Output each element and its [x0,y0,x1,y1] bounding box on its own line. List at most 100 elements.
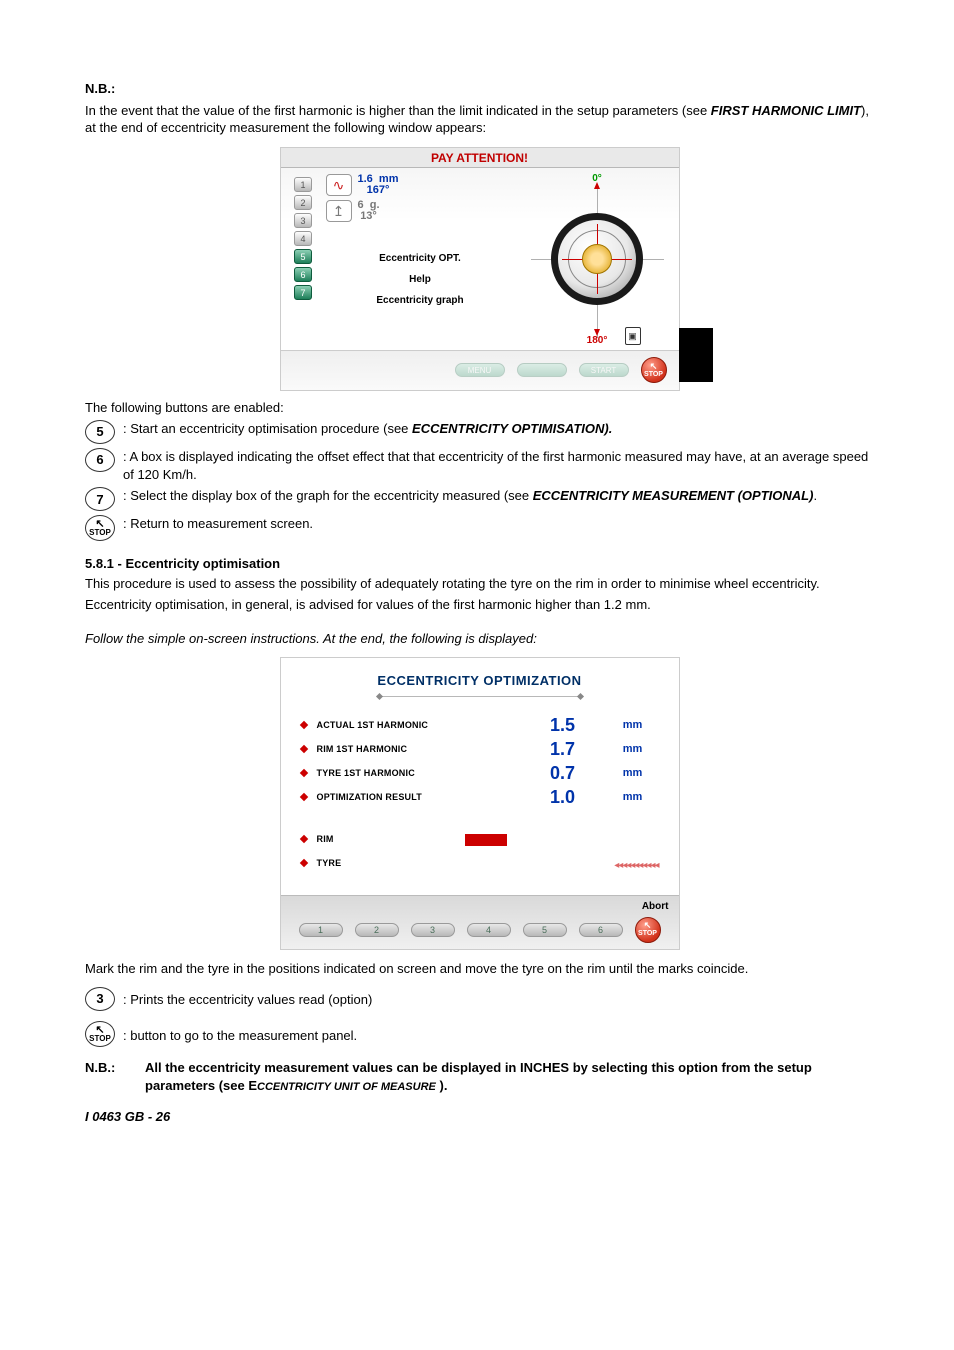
stop-button-label: STOP [642,371,666,379]
pay-attention-screenshot: PAY ATTENTION! 1 2 3 4 5 6 7 ∿ 1.6 mm 16… [85,147,874,391]
oval-6: 6 [85,448,115,472]
section-p1: This procedure is used to assess the pos… [85,575,874,593]
num-4: 4 [294,231,312,246]
nb2-label: N.B.: [85,1059,145,1094]
metric-weight: ↥ 6 g. 13° [326,200,515,222]
wheel-hub-icon [582,244,612,274]
oval-7: 7 [85,487,115,511]
pill-2[interactable]: 2 [355,923,399,937]
pill-1[interactable]: 1 [299,923,343,937]
row0-label: ACTUAL 1ST HARMONIC [317,719,429,731]
rim-label: RIM [317,833,334,845]
row1-label: RIM 1ST HARMONIC [317,743,408,755]
row3-label: OPTIMIZATION RESULT [317,791,422,803]
intro-paragraph: In the event that the value of the first… [85,102,874,137]
menu-help[interactable]: Help [326,269,515,290]
pay-attention-window: PAY ATTENTION! 1 2 3 4 5 6 7 ∿ 1.6 mm 16… [280,147,680,391]
section-heading: 5.8.1 - Eccentricity optimisation [85,555,874,573]
oval-3: 3 [85,987,115,1011]
title-divider [380,696,580,697]
diamond-icon [299,793,307,801]
tyre-arrows: ◂◂◂◂◂◂◂◂◂◂◂ [614,859,662,873]
section-p3: Follow the simple on-screen instructions… [85,630,874,648]
diamond-icon [299,859,307,867]
menu-eccentricity-opt[interactable]: Eccentricity OPT. [326,248,515,269]
row-optimization-result: OPTIMIZATION RESULT [297,785,523,809]
num-2: 2 [294,195,312,210]
num-6[interactable]: 6 [294,267,312,282]
row1-value: 1.7 [523,737,603,761]
nb2-text-a: All the eccentricity measurement values … [145,1060,812,1093]
abort-label: Abort [291,900,669,917]
metric2-angle: 13° [360,210,377,222]
stop-oval-label: STOP [89,529,111,537]
rim-bar [465,834,507,846]
stop-button-2-label: STOP [636,930,660,938]
rim-bar-row [407,827,663,853]
menu-button[interactable]: MENU [455,363,505,377]
pill-3[interactable]: 3 [411,923,455,937]
row0-value: 1.5 [523,713,603,737]
arrow-top-icon [594,182,600,189]
eccentricity-optimization-window: ECCENTRICITY OPTIMIZATION ACTUAL 1ST HAR… [280,657,680,949]
row-button-3: 3 : Prints the eccentricity values read … [85,987,874,1011]
save-icon[interactable]: ▣ [625,327,641,345]
diamond-icon [299,745,307,753]
page-footer: I 0463 GB - 26 [85,1108,874,1126]
nb-heading: N.B.: [85,80,874,98]
row-button-5: 5 : Start an eccentricity optimisation p… [85,420,874,444]
b5-text-b: ECCENTRICITY OPTIMISATION). [412,421,612,436]
wheel-icon [551,213,643,305]
stop-button[interactable]: STOP [641,357,667,383]
one-eighty-degree-label: 180° [587,334,608,348]
row2-value: 0.7 [523,761,603,785]
pill-6[interactable]: 6 [579,923,623,937]
section-p2: Eccentricity optimisation, in general, i… [85,596,874,614]
b7-text-b: ECCENTRICITY MEASUREMENT (OPTIONAL) [533,488,814,503]
num-7[interactable]: 7 [294,285,312,300]
b7-text-a: : Select the display box of the graph fo… [123,488,533,503]
stop-button-2[interactable]: STOP [635,917,661,943]
row-tyre: TYRE [297,851,407,875]
row3-unit: mm [603,785,663,809]
row3-value: 1.0 [523,785,603,809]
metric1-angle: 167° [367,184,390,196]
ecc-opt-title: ECCENTRICITY OPTIMIZATION [281,658,679,696]
row-rim: RIM [297,827,407,851]
row-actual-1st-harmonic: ACTUAL 1ST HARMONIC [297,713,523,737]
stop-oval-2: STOP [85,1021,115,1047]
nb-block-2: N.B.: All the eccentricity measurement v… [85,1059,874,1094]
metric-harmonic: ∿ 1.6 mm 167° [326,174,515,196]
pill-4[interactable]: 4 [467,923,511,937]
row0-unit: mm [603,713,663,737]
pay-attention-title: PAY ATTENTION! [281,148,679,168]
row-button-6: 6 : A box is displayed indicating the of… [85,448,874,483]
left-number-column: 1 2 3 4 5 6 7 [281,168,326,350]
num-5[interactable]: 5 [294,249,312,264]
diamond-icon [299,835,307,843]
menu-eccentricity-graph[interactable]: Eccentricity graph [326,290,515,311]
row-button-stop-2: STOP : button to go to the measurement p… [85,1021,874,1047]
num-3: 3 [294,213,312,228]
b7-text-c: . [813,488,817,503]
weight-icon: ↥ [326,200,352,222]
mid-button[interactable] [517,363,567,377]
eccentricity-optimization-screenshot: ECCENTRICITY OPTIMIZATION ACTUAL 1ST HAR… [85,657,874,949]
bottom-toolbar: ▣ MENU START STOP [281,350,679,390]
nb2-text-c: ). [436,1078,448,1093]
b3-text: : Prints the eccentricity values read (o… [123,987,372,1009]
num-1: 1 [294,177,312,192]
tyre-label: TYRE [317,857,342,869]
oval-5: 5 [85,420,115,444]
row-button-stop: STOP : Return to measurement screen. [85,515,874,541]
pill-5[interactable]: 5 [523,923,567,937]
enabled-intro: The following buttons are enabled: [85,399,874,417]
row2-label: TYRE 1ST HARMONIC [317,767,415,779]
row2-unit: mm [603,761,663,785]
intro-first-harmonic-limit: FIRST HARMONIC LIMIT [711,103,861,118]
tyre-bar-row: ◂◂◂◂◂◂◂◂◂◂◂ [407,853,663,879]
start-button[interactable]: START [579,363,629,377]
bottom-button-row: 1 2 3 4 5 6 STOP [291,917,669,943]
mark-instruction: Mark the rim and the tyre in the positio… [85,960,874,978]
b6-text: : A box is displayed indicating the offs… [123,448,874,483]
